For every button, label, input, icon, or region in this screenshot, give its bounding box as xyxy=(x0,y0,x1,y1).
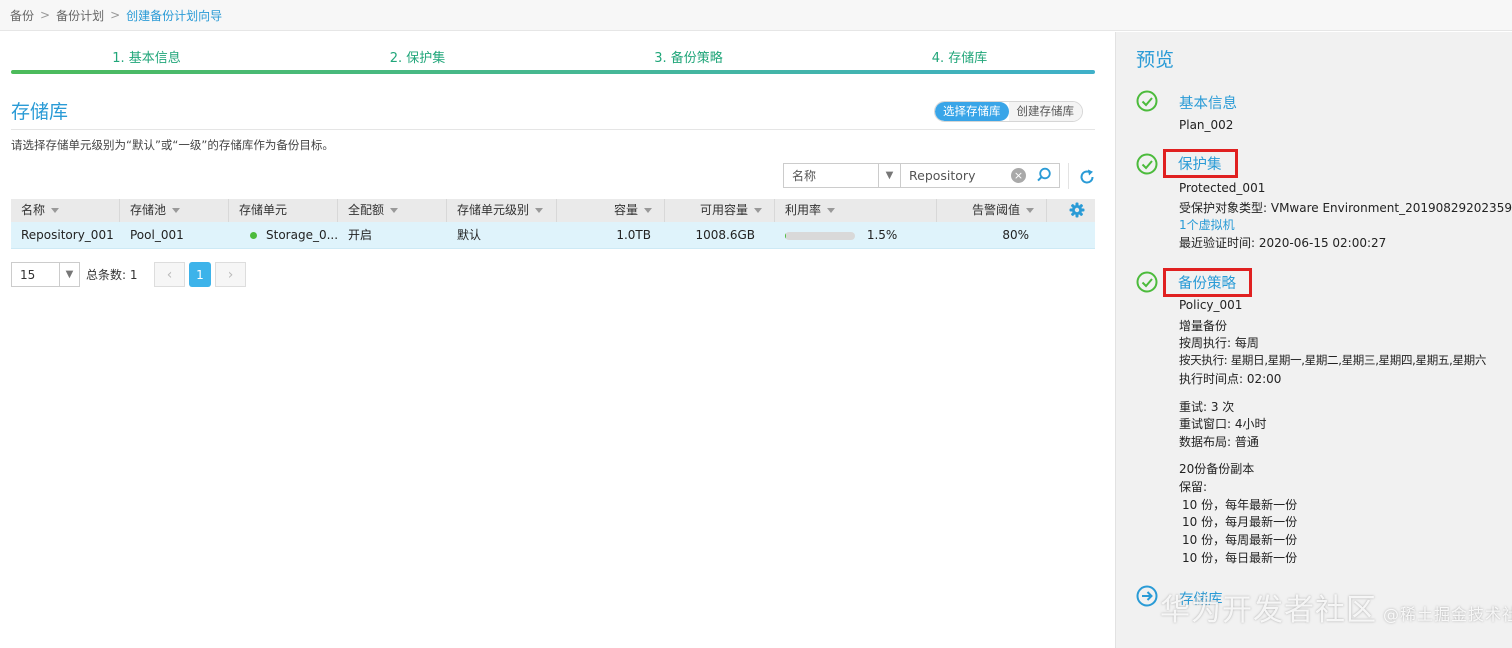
chevron-down-icon[interactable]: ▼ xyxy=(59,263,79,286)
usage-bar-fill xyxy=(785,231,787,240)
wizard-main: 1. 基本信息 2. 保护集 3. 备份策略 4. 存储库 存储库 选择存储库 … xyxy=(0,32,1115,648)
usage-value: 1.5% xyxy=(866,228,898,242)
select-repository-button[interactable]: 选择存储库 xyxy=(935,102,1009,121)
cell-pool: Pool_001 xyxy=(130,228,184,242)
breadcrumb-separator: > xyxy=(40,8,51,22)
preview-copies-line: 保留: xyxy=(1179,480,1208,494)
preview-copies-line: 10 份，每日最新一份 xyxy=(1182,551,1298,565)
chevron-down-icon[interactable]: ▼ xyxy=(878,164,900,187)
preview-copies-line: 10 份，每周最新一份 xyxy=(1182,533,1298,547)
status-online-icon xyxy=(250,232,257,239)
column-header-threshold[interactable]: 告警阈值 xyxy=(937,199,1047,222)
search-filter: 名称 ▼ Repository × xyxy=(783,163,1060,188)
page-size-select[interactable]: 15 ▼ xyxy=(11,262,80,287)
preview-policy-line: 执行时间点: 02:00 xyxy=(1179,372,1282,386)
search-field-select[interactable]: 名称 ▼ xyxy=(783,163,901,188)
cell-unit: Storage_0... xyxy=(229,222,338,249)
column-header-unit[interactable]: 存储单元 xyxy=(229,199,338,222)
section-hint: 请选择存储单元级别为“默认”或“一级”的存储库作为备份目标。 xyxy=(11,138,334,152)
check-circle-icon xyxy=(1136,271,1158,293)
breadcrumb-item-current: 创建备份计划向导 xyxy=(126,8,223,23)
page-size-value: 15 xyxy=(20,267,36,282)
preview-policy-line: Policy_001 xyxy=(1179,298,1243,312)
table-header: 名称 存储池 存储单元 全配额 存储单元级别 容量 可用容量 利用率 告警阈值 xyxy=(11,199,1095,222)
cell-quota: 开启 xyxy=(348,228,373,242)
pagination: 15 ▼ 总条数: 1 ‹ 1 › xyxy=(11,262,246,287)
section-title: 存储库 xyxy=(11,101,69,123)
preview-vm-link[interactable]: 1个虚拟机 xyxy=(1179,216,1235,233)
search-field-value: 名称 xyxy=(792,169,817,183)
preview-copies-line: 10 份，每年最新一份 xyxy=(1182,498,1298,512)
breadcrumb-separator: > xyxy=(110,8,121,22)
preview-policy-line: 按周执行: 每周 xyxy=(1179,336,1259,350)
breadcrumb-item-backup-plan[interactable]: 备份计划 xyxy=(56,7,104,24)
column-header-pool[interactable]: 存储池 xyxy=(120,199,229,222)
prev-page-button[interactable]: ‹ xyxy=(154,262,185,287)
preview-plan-name: Plan_002 xyxy=(1179,118,1234,132)
gear-icon[interactable] xyxy=(1069,202,1085,218)
cell-capacity: 1.0TB xyxy=(616,228,651,242)
arrow-circle-icon xyxy=(1136,585,1158,607)
refresh-icon[interactable] xyxy=(1078,168,1096,186)
check-circle-icon xyxy=(1136,153,1158,175)
table-row[interactable]: Repository_001 Pool_001 Storage_0... 开启 … xyxy=(11,222,1095,249)
column-header-level[interactable]: 存储单元级别 xyxy=(447,199,557,222)
repository-mode-toggle: 选择存储库 创建存储库 xyxy=(934,101,1083,122)
cell-level: 默认 xyxy=(457,228,482,242)
cell-name: Repository_001 xyxy=(21,228,114,242)
watermark: 华为开发者社区@稀土掘金技术社区 xyxy=(1160,593,1512,628)
toolbar-separator xyxy=(1068,163,1069,189)
clear-icon[interactable]: × xyxy=(1011,168,1026,183)
preview-protection-title[interactable]: 保护集 xyxy=(1163,149,1238,178)
preview-retry-line: 重试窗口: 4小时 xyxy=(1179,417,1267,431)
preview-retry-line: 数据布局: 普通 xyxy=(1179,435,1259,449)
total-count: 总条数: 1 xyxy=(86,268,138,282)
create-repository-button[interactable]: 创建存储库 xyxy=(1008,102,1082,121)
search-icon[interactable] xyxy=(1035,166,1053,184)
section-divider xyxy=(11,129,1095,130)
preview-retry-line: 重试: 3 次 xyxy=(1179,400,1235,414)
preview-copies-line: 10 份，每月最新一份 xyxy=(1182,515,1298,529)
step-progress-bar xyxy=(11,70,1095,74)
preview-policy-line: 增量备份 xyxy=(1179,319,1228,333)
cell-threshold: 80% xyxy=(1002,228,1029,242)
preview-copies-line: 20份备份副本 xyxy=(1179,462,1255,476)
breadcrumb-item-backup[interactable]: 备份 xyxy=(10,7,34,24)
preview-policy-line: 按天执行: 星期日,星期一,星期二,星期三,星期四,星期五,星期六 xyxy=(1179,353,1487,367)
page-number-button[interactable]: 1 xyxy=(189,262,211,287)
usage-bar xyxy=(785,231,855,240)
preview-title: 预览 xyxy=(1136,49,1175,71)
preview-basic-title[interactable]: 基本信息 xyxy=(1179,92,1237,113)
search-input[interactable]: Repository × xyxy=(901,163,1060,188)
column-header-name[interactable]: 名称 xyxy=(11,199,120,222)
repository-table: 名称 存储池 存储单元 全配额 存储单元级别 容量 可用容量 利用率 告警阈值 xyxy=(11,199,1095,249)
check-circle-icon xyxy=(1136,90,1158,112)
column-header-capacity[interactable]: 容量 xyxy=(557,199,665,222)
search-input-value: Repository xyxy=(909,168,976,183)
column-header-usage[interactable]: 利用率 xyxy=(775,199,937,222)
preview-last-verify: 最近验证时间: 2020-06-15 02:00:27 xyxy=(1179,236,1387,250)
next-page-button[interactable]: › xyxy=(215,262,246,287)
cell-available: 1008.6GB xyxy=(695,228,755,242)
column-header-available[interactable]: 可用容量 xyxy=(665,199,775,222)
breadcrumb: 备份 > 备份计划 > 创建备份计划向导 xyxy=(0,0,1512,31)
preview-policy-title[interactable]: 备份策略 xyxy=(1163,268,1252,297)
column-header-quota[interactable]: 全配额 xyxy=(338,199,447,222)
cell-usage: 1.5% xyxy=(775,222,937,249)
preview-protection-type: 受保护对象类型: VMware Environment_201908292023… xyxy=(1179,201,1512,215)
preview-protection-name: Protected_001 xyxy=(1179,181,1266,195)
preview-panel: 预览 基本信息 Plan_002 保护集 Protected_001 受保护对象… xyxy=(1115,32,1512,648)
column-settings xyxy=(1047,199,1095,222)
